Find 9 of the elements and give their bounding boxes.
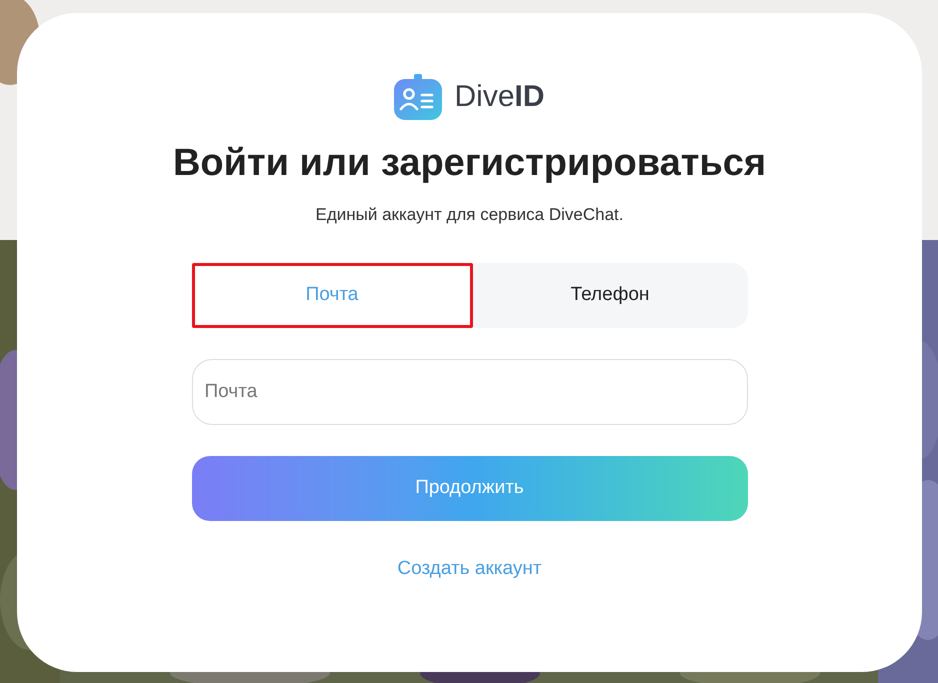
create-account-link[interactable]: Создать аккаунт: [397, 555, 542, 584]
subtitle: Единый аккаунт для сервиса DiveChat.: [316, 204, 624, 226]
logo-text: DiveID: [454, 82, 544, 112]
tab[interactable]: Почта: [192, 263, 472, 328]
tab[interactable]: Телефон: [472, 263, 748, 328]
id-badge-icon: [394, 74, 442, 120]
page-title: Войти или зарегистрироваться: [172, 141, 766, 186]
continue-button[interactable]: Продолжить: [192, 456, 748, 521]
email-field[interactable]: Почта: [192, 359, 748, 425]
